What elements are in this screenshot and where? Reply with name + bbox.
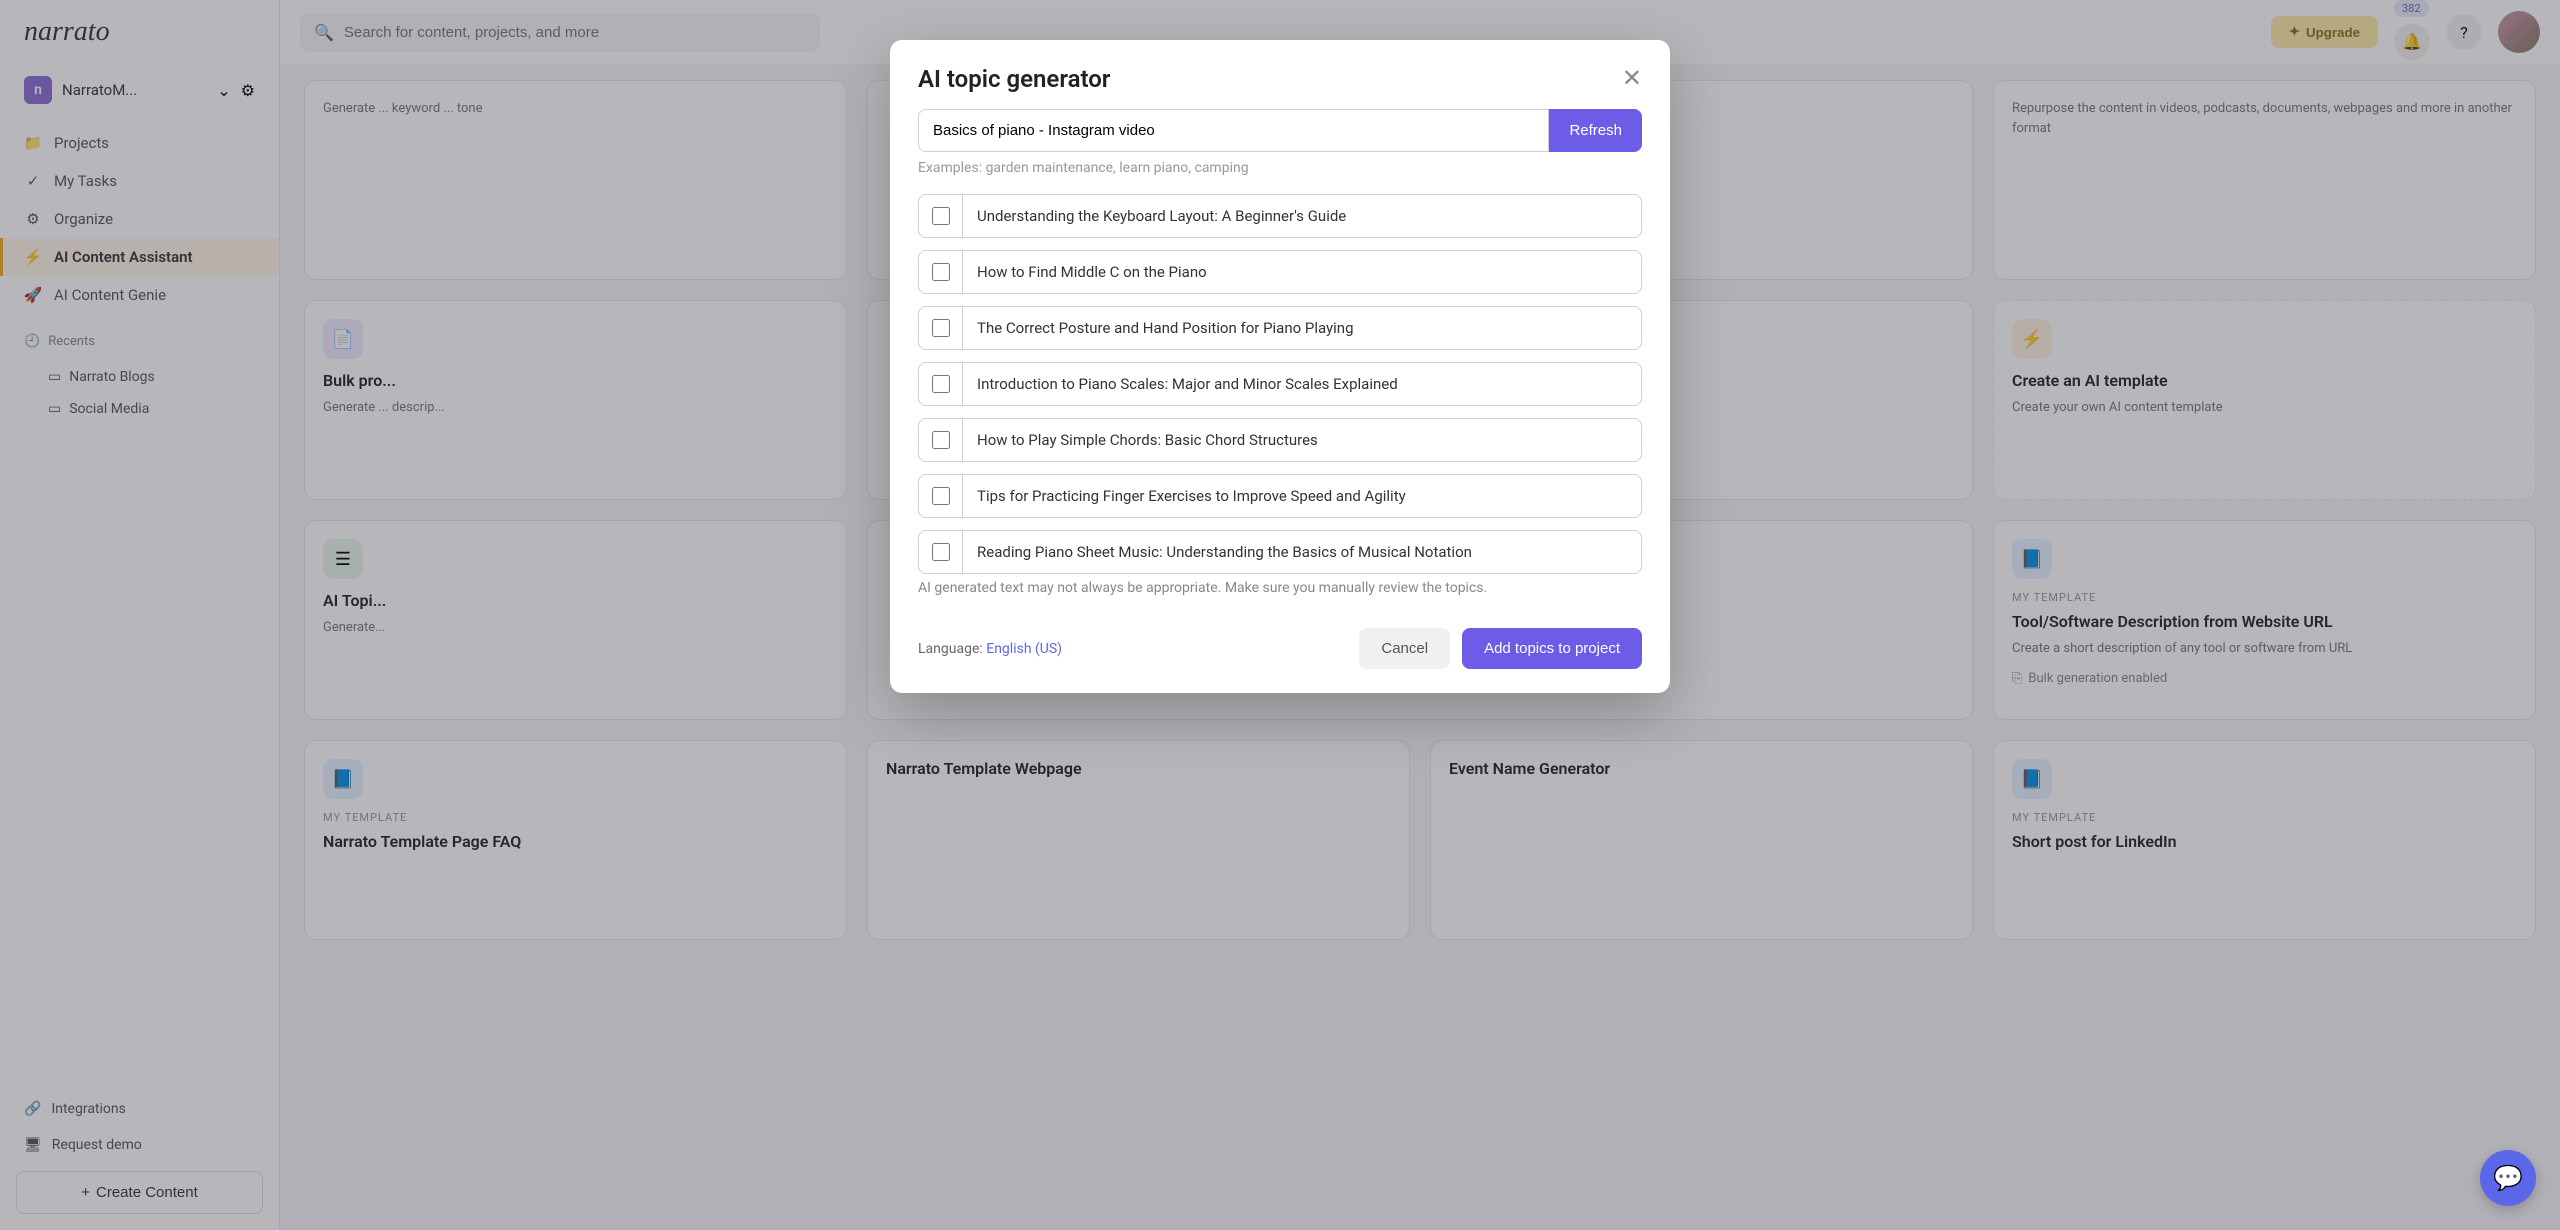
topic-text[interactable]: How to Play Simple Chords: Basic Chord S… xyxy=(963,419,1641,461)
lang-label: Language: xyxy=(918,641,986,657)
topic-checkbox[interactable] xyxy=(932,543,950,561)
topic-input[interactable] xyxy=(918,109,1549,152)
topic-checkbox[interactable] xyxy=(932,319,950,337)
topic-text[interactable]: Understanding the Keyboard Layout: A Beg… xyxy=(963,195,1641,237)
topic-row: How to Find Middle C on the Piano xyxy=(918,250,1642,294)
modal-header: AI topic generator ✕ xyxy=(890,40,1670,109)
modal-body: Refresh Examples: garden maintenance, le… xyxy=(890,109,1670,612)
refresh-button[interactable]: Refresh xyxy=(1549,109,1642,152)
topic-text[interactable]: How to Find Middle C on the Piano xyxy=(963,251,1641,293)
topic-row: Tips for Practicing Finger Exercises to … xyxy=(918,474,1642,518)
modal-footer: Language: English (US) Cancel Add topics… xyxy=(890,612,1670,693)
modal-title: AI topic generator xyxy=(918,65,1110,93)
topic-checkbox[interactable] xyxy=(932,487,950,505)
chat-icon: 💬 xyxy=(2493,1164,2523,1192)
topic-text[interactable]: Introduction to Piano Scales: Major and … xyxy=(963,363,1641,405)
modal-overlay: AI topic generator ✕ Refresh Examples: g… xyxy=(0,0,2560,1230)
topic-checkbox[interactable] xyxy=(932,431,950,449)
topic-row: How to Play Simple Chords: Basic Chord S… xyxy=(918,418,1642,462)
disclaimer-text: AI generated text may not always be appr… xyxy=(918,580,1642,596)
ai-topic-generator-modal: AI topic generator ✕ Refresh Examples: g… xyxy=(890,40,1670,693)
topic-row: Understanding the Keyboard Layout: A Beg… xyxy=(918,194,1642,238)
lang-value[interactable]: English (US) xyxy=(986,641,1062,657)
topic-checkbox[interactable] xyxy=(932,207,950,225)
examples-text: Examples: garden maintenance, learn pian… xyxy=(918,160,1642,176)
close-button[interactable]: ✕ xyxy=(1622,64,1642,93)
chat-fab[interactable]: 💬 xyxy=(2480,1150,2536,1206)
topic-row: The Correct Posture and Hand Position fo… xyxy=(918,306,1642,350)
add-topics-button[interactable]: Add topics to project xyxy=(1462,628,1642,669)
topic-row: Reading Piano Sheet Music: Understanding… xyxy=(918,530,1642,574)
topic-checkbox[interactable] xyxy=(932,375,950,393)
topic-text[interactable]: Tips for Practicing Finger Exercises to … xyxy=(963,475,1641,517)
language-selector[interactable]: Language: English (US) xyxy=(918,641,1062,657)
close-icon: ✕ xyxy=(1622,65,1642,92)
cancel-button[interactable]: Cancel xyxy=(1359,628,1450,669)
topic-text[interactable]: Reading Piano Sheet Music: Understanding… xyxy=(963,531,1641,573)
topic-text[interactable]: The Correct Posture and Hand Position fo… xyxy=(963,307,1641,349)
topic-checkbox[interactable] xyxy=(932,263,950,281)
topic-row: Introduction to Piano Scales: Major and … xyxy=(918,362,1642,406)
